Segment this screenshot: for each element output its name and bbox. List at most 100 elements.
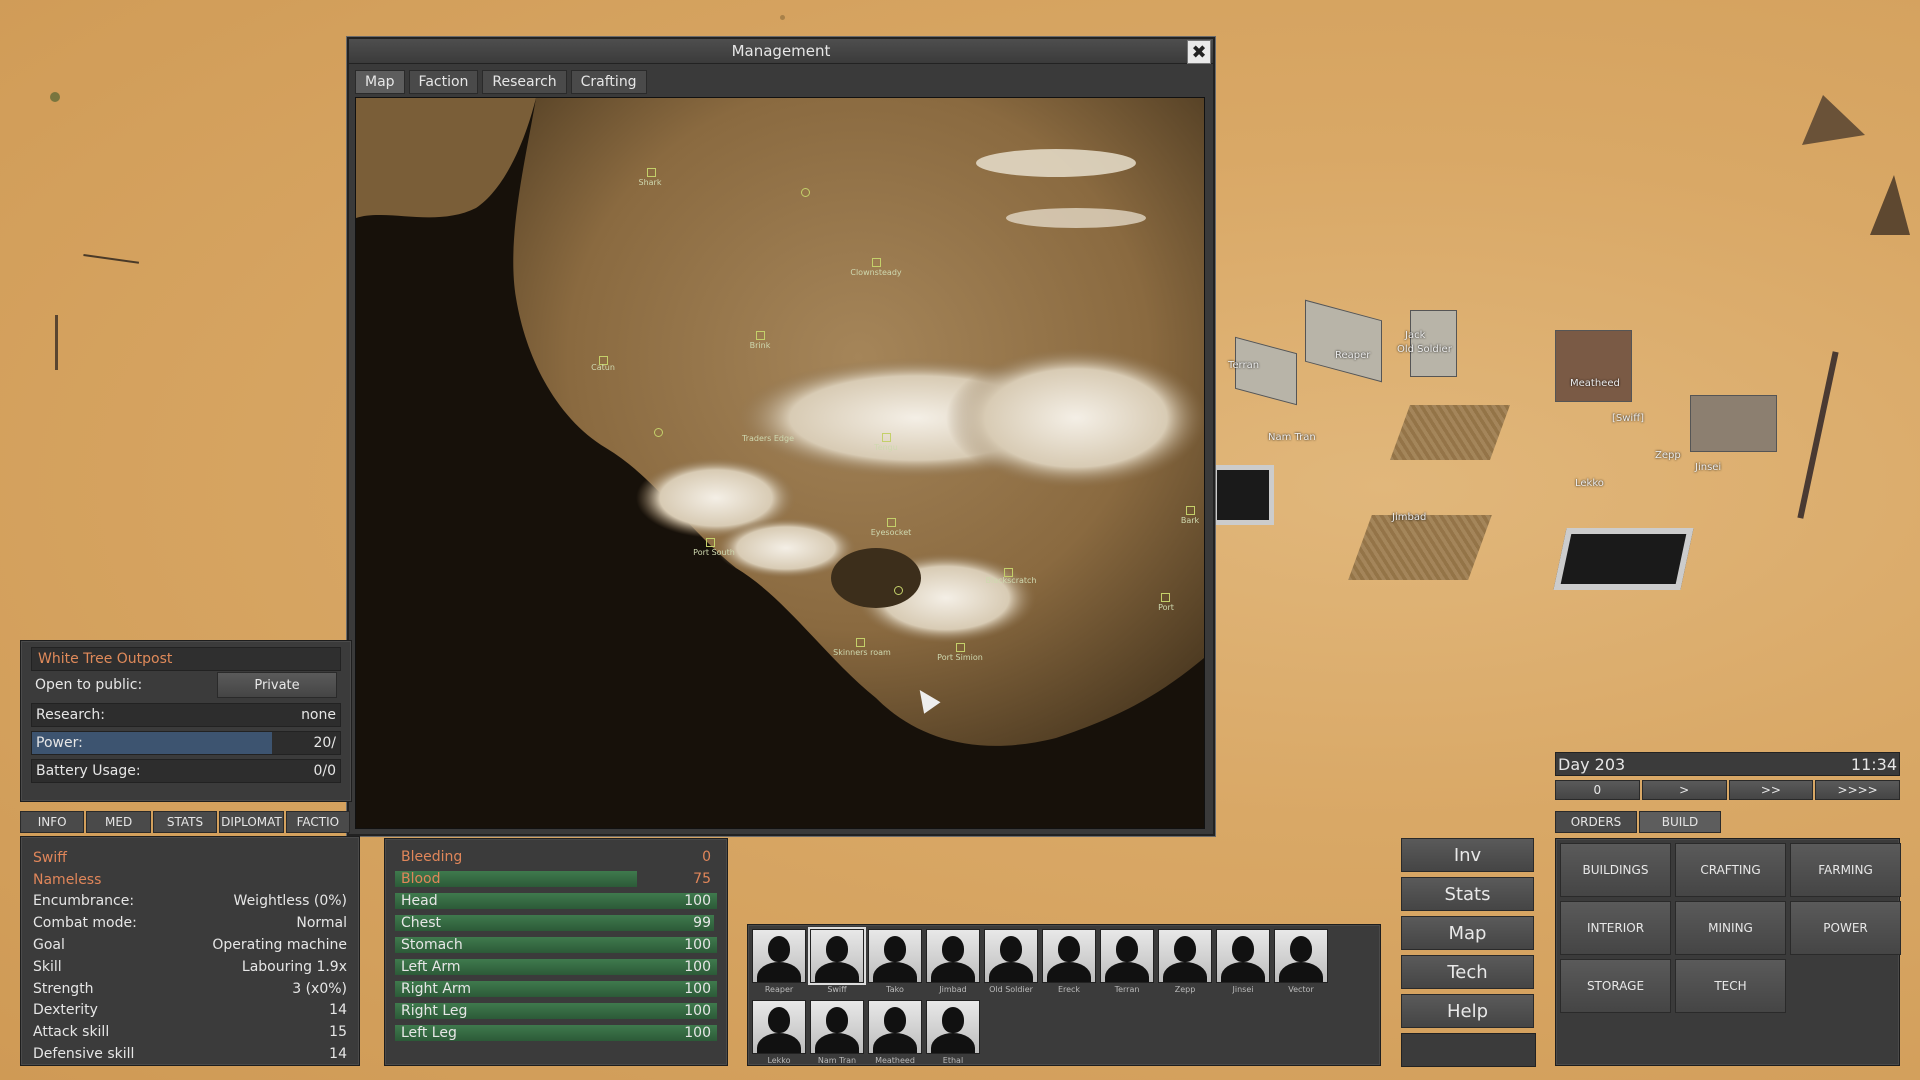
- squad-member[interactable]: Ereck: [1042, 929, 1096, 994]
- world-label: Terran: [1228, 360, 1260, 371]
- world-map[interactable]: Shark Clownsteady Brink Catun Traders Ed…: [355, 97, 1205, 829]
- tab-info[interactable]: INFO: [20, 811, 85, 833]
- build-crafting-button[interactable]: CRAFTING: [1675, 843, 1786, 897]
- tech-button[interactable]: Tech: [1401, 955, 1534, 989]
- tab-faction[interactable]: Faction: [408, 70, 479, 94]
- tab-diplomat[interactable]: DIPLOMAT: [219, 811, 284, 833]
- battery-label: Battery Usage:: [36, 763, 141, 779]
- stat-value: Operating machine: [212, 937, 347, 954]
- squad-member[interactable]: Vector: [1274, 929, 1328, 994]
- side-menu: Inv Stats Map Tech Help: [1401, 838, 1536, 1067]
- build-storage-button[interactable]: STORAGE: [1560, 959, 1671, 1013]
- building[interactable]: [1305, 299, 1382, 383]
- building[interactable]: [1212, 465, 1274, 525]
- map-town-label: Skinners roam: [833, 648, 891, 657]
- map-button[interactable]: Map: [1401, 916, 1534, 950]
- build-panel: BUILDINGS CRAFTING FARMING INTERIOR MINI…: [1555, 838, 1901, 1066]
- map-point-marker[interactable]: [801, 188, 810, 197]
- speed-fast-button[interactable]: >>: [1728, 780, 1814, 800]
- building[interactable]: [1553, 528, 1694, 590]
- map-town-marker[interactable]: [647, 168, 656, 177]
- tab-research[interactable]: Research: [482, 70, 567, 94]
- health-label: Left Arm: [401, 959, 461, 975]
- squad-member[interactable]: Jinsei: [1216, 929, 1270, 994]
- map-town-label: Tengu: [874, 443, 898, 452]
- tab-crafting[interactable]: Crafting: [570, 70, 647, 94]
- squad-member[interactable]: Nam Tran: [810, 1000, 864, 1065]
- squad-panel: Reaper Swiff Tako Jimbad Old Soldier Ereck Ter…: [747, 924, 1381, 1066]
- build-buildings-button[interactable]: BUILDINGS: [1560, 843, 1671, 897]
- building[interactable]: [1690, 395, 1777, 452]
- squad-member-name: Jinsei: [1232, 985, 1254, 994]
- health-label: Head: [401, 893, 438, 909]
- tab-med[interactable]: MED: [86, 811, 151, 833]
- time-panel: Day 203 11:34 0 > >> >>>>: [1555, 752, 1900, 800]
- research-label: Research:: [36, 707, 105, 723]
- build-mining-button[interactable]: MINING: [1675, 901, 1786, 955]
- squad-member[interactable]: Terran: [1100, 929, 1154, 994]
- map-town-marker[interactable]: [882, 433, 891, 442]
- map-town-marker[interactable]: [706, 538, 715, 547]
- health-value: 0: [702, 849, 711, 865]
- squad-member-name: Terran: [1114, 985, 1140, 994]
- battery-value: 0/0: [313, 763, 336, 779]
- tab-build[interactable]: BUILD: [1639, 811, 1721, 833]
- speed-fastest-button[interactable]: >>>>: [1815, 780, 1900, 800]
- close-icon[interactable]: ✖: [1187, 40, 1211, 64]
- management-window[interactable]: Management ✖ Map Faction Research Crafti…: [347, 37, 1215, 836]
- map-town-marker[interactable]: [856, 638, 865, 647]
- farm-field[interactable]: [1389, 405, 1511, 460]
- portrait-icon: [926, 929, 980, 983]
- building[interactable]: [1235, 336, 1297, 406]
- portrait-icon: [752, 929, 806, 983]
- map-town-label: Eyesocket: [870, 528, 912, 537]
- windmill-icon[interactable]: [1797, 351, 1839, 519]
- tab-map[interactable]: Map: [355, 70, 405, 94]
- map-town-marker[interactable]: [887, 518, 896, 527]
- speed-normal-button[interactable]: >: [1641, 780, 1727, 800]
- squad-member[interactable]: Tako: [868, 929, 922, 994]
- portrait-icon: [1042, 929, 1096, 983]
- health-value: 100: [684, 937, 711, 953]
- health-label: Right Leg: [401, 1003, 468, 1019]
- character-name: Swiff: [33, 849, 67, 866]
- tab-faction[interactable]: FACTIO: [285, 811, 351, 833]
- help-button[interactable]: Help: [1401, 994, 1534, 1028]
- farm-field[interactable]: [1348, 515, 1492, 580]
- health-label: Chest: [401, 915, 442, 931]
- build-tech-button[interactable]: TECH: [1675, 959, 1786, 1013]
- map-point-marker[interactable]: [894, 586, 903, 595]
- tab-orders[interactable]: ORDERS: [1555, 811, 1637, 833]
- health-value: 100: [684, 1003, 711, 1019]
- build-farming-button[interactable]: FARMING: [1790, 843, 1901, 897]
- health-label: Left Leg: [401, 1025, 457, 1041]
- squad-member[interactable]: Swiff: [810, 929, 864, 994]
- stat-value: Weightless (0%): [233, 893, 347, 910]
- squad-member[interactable]: Lekko: [752, 1000, 806, 1065]
- private-button[interactable]: Private: [217, 672, 337, 698]
- tab-stats[interactable]: STATS: [152, 811, 218, 833]
- world-label: Old Soldier: [1397, 344, 1452, 355]
- inventory-button[interactable]: Inv: [1401, 838, 1534, 872]
- building[interactable]: [1555, 330, 1632, 402]
- speed-pause-button[interactable]: 0: [1555, 780, 1640, 800]
- health-row: Left Arm 100: [395, 957, 717, 977]
- character-faction: Nameless: [33, 871, 102, 888]
- map-point-marker[interactable]: [654, 428, 663, 437]
- map-town-marker[interactable]: [1186, 506, 1195, 515]
- map-town-marker[interactable]: [1161, 593, 1170, 602]
- portrait-icon: [752, 1000, 806, 1054]
- squad-member[interactable]: Zepp: [1158, 929, 1212, 994]
- map-town-marker[interactable]: [956, 643, 965, 652]
- squad-member[interactable]: Meatheed: [868, 1000, 922, 1065]
- squad-member[interactable]: Old Soldier: [984, 929, 1038, 994]
- build-interior-button[interactable]: INTERIOR: [1560, 901, 1671, 955]
- stats-button[interactable]: Stats: [1401, 877, 1534, 911]
- build-power-button[interactable]: POWER: [1790, 901, 1901, 955]
- squad-member[interactable]: Ethal: [926, 1000, 980, 1065]
- map-town-marker[interactable]: [756, 331, 765, 340]
- squad-member[interactable]: Reaper: [752, 929, 806, 994]
- management-titlebar[interactable]: Management ✖: [349, 39, 1213, 64]
- squad-member[interactable]: Jimbad: [926, 929, 980, 994]
- map-town-marker[interactable]: [872, 258, 881, 267]
